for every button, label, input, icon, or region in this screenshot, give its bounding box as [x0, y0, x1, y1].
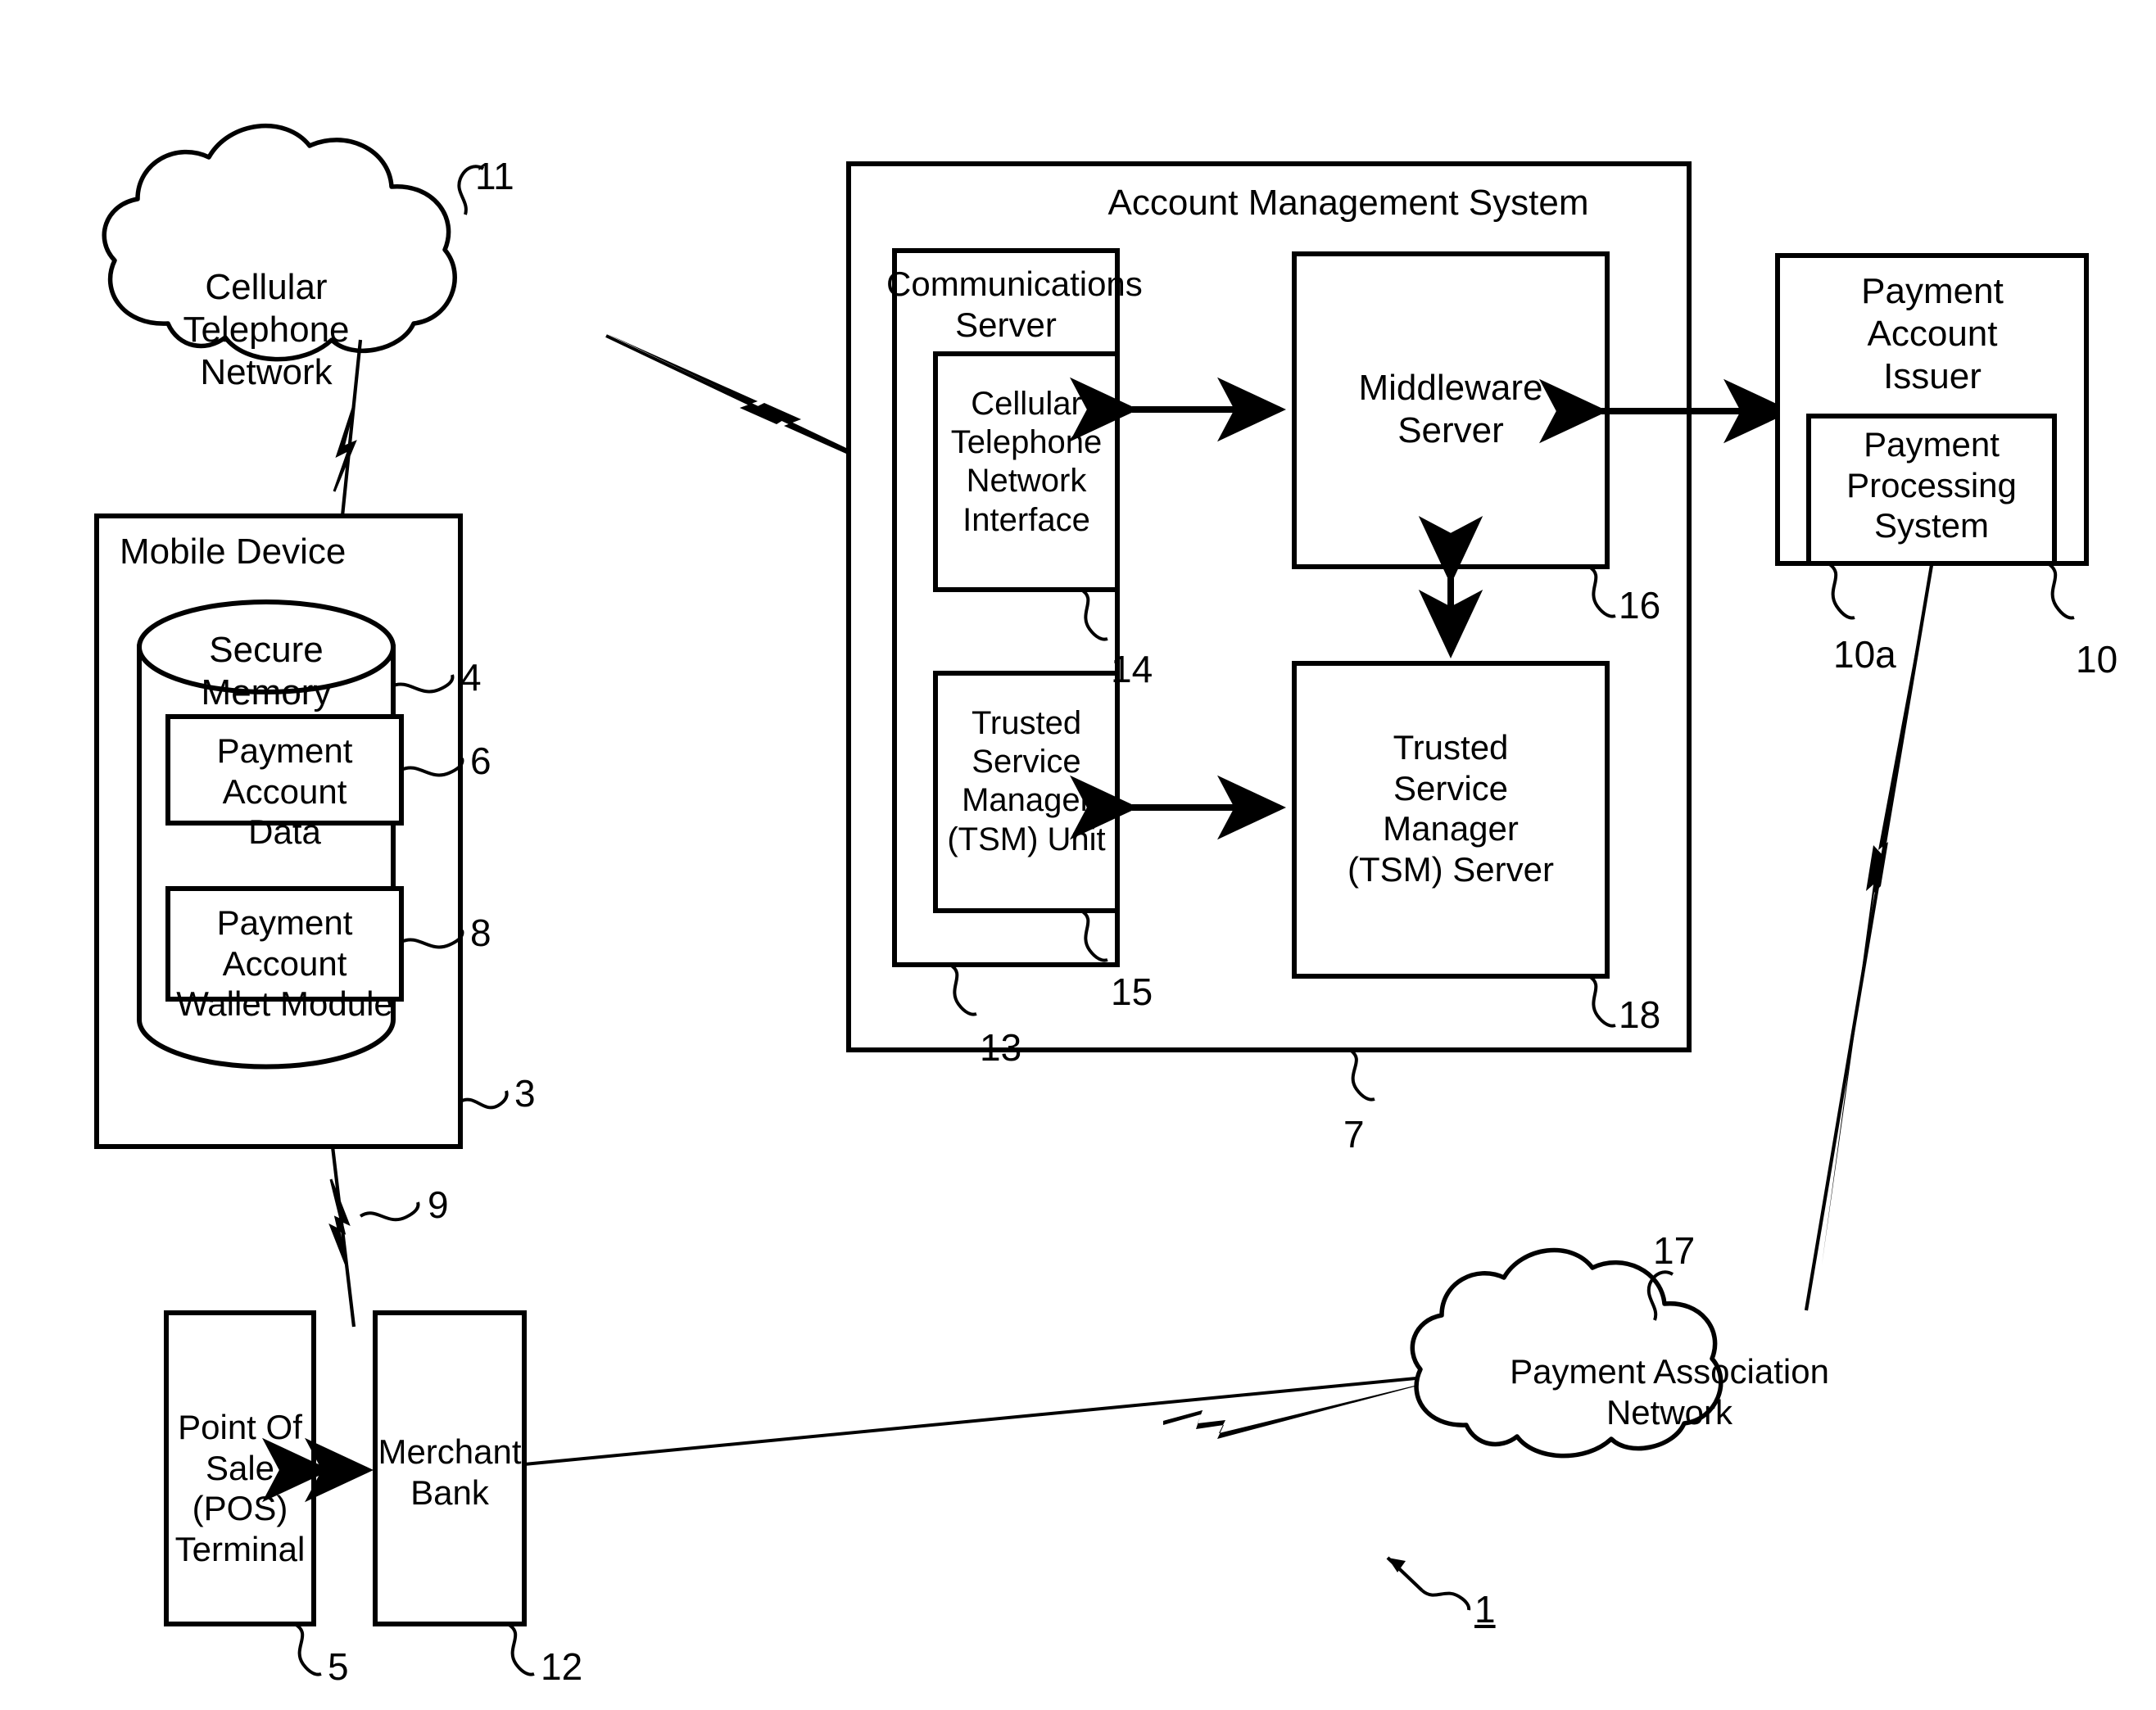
ref-14: 14	[1111, 648, 1153, 690]
ref-3: 3	[514, 1072, 536, 1115]
middleware-server-label: Middleware Server	[1358, 368, 1543, 450]
ref-6: 6	[470, 740, 491, 782]
payment-account-data-label: Payment Account Data	[216, 731, 353, 852]
ref-7: 7	[1343, 1113, 1365, 1156]
ref-16: 16	[1619, 584, 1661, 627]
tsm-unit-label: Trusted Service Manager (TSM) Unit	[947, 705, 1106, 857]
cellular-telephone-network-interface-label: Cellular Telephone Network Interface	[950, 386, 1103, 538]
figure-ref-leader	[1386, 1556, 1471, 1611]
ref-9: 9	[428, 1183, 449, 1226]
payment-association-network-label: Payment Association Network	[1510, 1352, 1829, 1432]
link-mobile-to-pos-lightning	[328, 1146, 420, 1328]
ref-8: 8	[470, 912, 491, 954]
ref-12: 12	[541, 1645, 583, 1688]
ref-18: 18	[1619, 993, 1661, 1036]
pos-terminal-label: Point Of Sale (POS) Terminal	[174, 1408, 306, 1568]
ref-13: 13	[980, 1026, 1022, 1069]
ref-5: 5	[328, 1645, 349, 1688]
link-issuer-to-association-lightning	[1804, 564, 1934, 1311]
payment-processing-system-label: Payment Processing System	[1846, 425, 2017, 545]
ref-11: 11	[475, 155, 514, 197]
tsm-server-label: Trusted Service Manager (TSM) Server	[1348, 728, 1554, 889]
ref-4: 4	[460, 656, 482, 699]
cellular-network-label: Cellular Telephone Network	[183, 267, 350, 392]
communications-server-label: Communications Server	[886, 265, 1143, 344]
figure-ref-1: 1	[1474, 1588, 1496, 1631]
ref-10a: 10a	[1833, 633, 1896, 676]
secure-memory-label: Secure Memory	[201, 630, 332, 712]
account-management-system-label: Account Management System	[1107, 183, 1589, 223]
payment-account-issuer-label: Payment Account Issuer	[1861, 271, 2004, 396]
ref-17: 17	[1653, 1229, 1696, 1272]
ref-15: 15	[1111, 970, 1153, 1013]
link-merchantbank-to-association-lightning	[523, 1373, 1459, 1466]
mobile-device-label: Mobile Device	[120, 532, 346, 572]
payment-account-wallet-module-label: Payment Account Wallet Module	[176, 903, 393, 1024]
merchant-bank-label: Merchant Bank	[378, 1432, 522, 1512]
patent-figure-canvas: Cellular Telephone Network 11 Mobile Dev…	[0, 0, 2156, 1710]
ref-10: 10	[2076, 638, 2118, 681]
link-cellular-to-ctni-lightning	[605, 334, 935, 493]
